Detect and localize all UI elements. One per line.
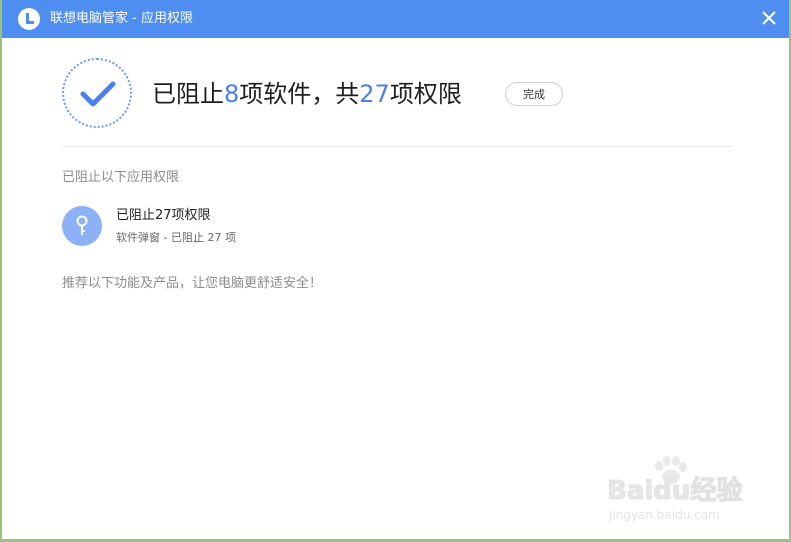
block-summary-headline: 已阻止8项软件，共27项权限 xyxy=(152,78,462,110)
watermark-url: jingyan.baidu.com xyxy=(609,508,720,522)
blocked-app-count: 8 xyxy=(224,80,240,108)
title-bar: 联想电脑管家 - 应用权限 xyxy=(2,0,789,38)
app-window: 联想电脑管家 - 应用权限 已阻止8项软件，共27项权限 完成 已阻止以下应用权… xyxy=(2,0,789,539)
blocked-item-subtitle: 软件弹窗 - 已阻止 27 项 xyxy=(116,231,236,244)
key-icon xyxy=(62,206,102,246)
close-button[interactable] xyxy=(757,6,781,30)
section-title: 已阻止以下应用权限 xyxy=(62,170,180,185)
watermark-brand: Baidu经验 xyxy=(606,476,743,507)
summary-prefix: 已阻止 xyxy=(152,80,224,108)
done-button[interactable]: 完成 xyxy=(505,82,563,106)
close-icon xyxy=(762,11,776,25)
baidu-watermark: Baidu经验 jingyan.baidu.com xyxy=(606,456,767,526)
summary-suffix: 项权限 xyxy=(389,80,462,108)
lenovo-logo-icon xyxy=(18,8,40,30)
summary-middle: 项软件，共 xyxy=(239,80,360,108)
window-title: 联想电脑管家 - 应用权限 xyxy=(50,11,193,26)
success-badge xyxy=(62,58,132,128)
blocked-item-title: 已阻止27项权限 xyxy=(116,208,211,223)
recommend-text: 推荐以下功能及产品，让您电脑更舒适安全！ xyxy=(62,276,323,291)
blocked-permission-count: 27 xyxy=(359,80,390,108)
divider xyxy=(62,146,732,147)
checkmark-icon xyxy=(80,81,116,107)
